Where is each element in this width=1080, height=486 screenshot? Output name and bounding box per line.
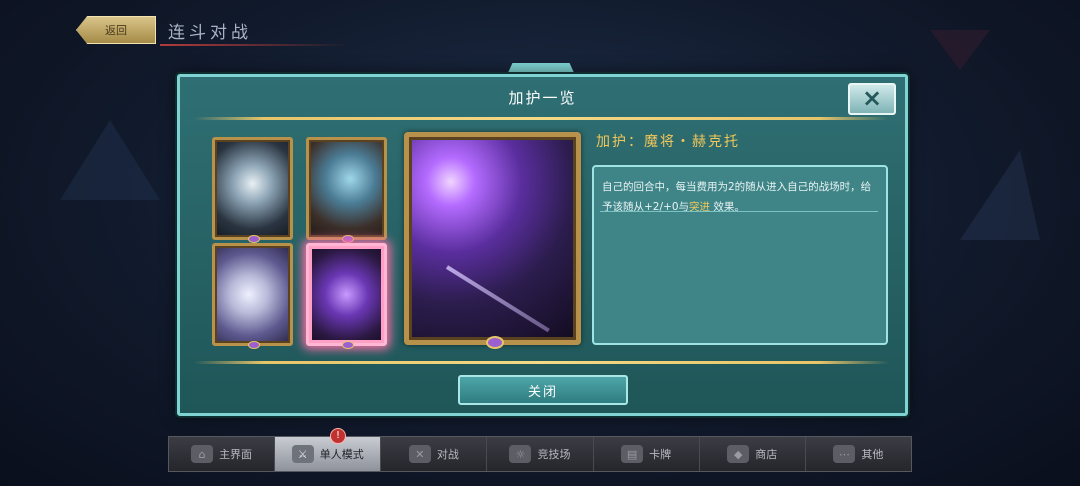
nav-label: 卡牌 <box>649 448 672 461</box>
arena-icon: ☼ <box>509 445 532 463</box>
nav-label: 其他 <box>861 448 884 461</box>
divider-bottom <box>194 361 889 364</box>
blessing-card-preview <box>404 132 581 349</box>
title-underline <box>160 44 350 46</box>
crossed-swords-icon: ✕ <box>408 445 431 463</box>
top-bar: 返回 连斗对战 <box>0 0 1080 60</box>
notification-badge: ! <box>330 428 346 444</box>
more-icon: ⋯ <box>833 445 856 463</box>
nav-item-other[interactable]: ⋯ 其他 <box>806 437 911 471</box>
card-gem <box>247 235 260 243</box>
page-title: 连斗对战 <box>168 23 252 43</box>
blessing-list-dialog: 加护一览 × 加护：魔将・赫克托 自己的回合中，每当费用为2的随从进入自己的战场… <box>177 74 908 416</box>
cards-icon: ▤ <box>621 445 644 463</box>
nav-label: 竞技场 <box>537 448 571 461</box>
nav-label: 单人模式 <box>319 448 364 461</box>
background-shard <box>960 150 1040 240</box>
card-gem <box>341 235 354 243</box>
blessing-card-thumb[interactable] <box>212 137 293 243</box>
nav-label: 主界面 <box>219 448 253 461</box>
card-art-sword <box>445 265 550 333</box>
card-gem <box>247 341 260 349</box>
card-gem <box>485 336 504 349</box>
background-shard <box>60 120 160 200</box>
nav-item-shop[interactable]: ◆ 商店 <box>700 437 806 471</box>
nav-label: 商店 <box>755 448 778 461</box>
shop-icon: ◆ <box>727 445 750 463</box>
nav-item-battle[interactable]: ✕ 对战 <box>381 437 488 471</box>
nav-item-home[interactable]: ⌂ 主界面 <box>169 437 276 471</box>
nav-item-arena[interactable]: ☼ 竞技场 <box>487 437 594 471</box>
nav-item-single-player[interactable]: ⚔ 单人模式 <box>275 437 382 471</box>
description-rule <box>600 211 878 212</box>
dialog-title: 加护一览 <box>508 89 577 107</box>
sword-icon: ⚔ <box>291 445 314 463</box>
blessing-card-thumb-selected[interactable] <box>306 243 387 349</box>
nav-item-cards[interactable]: ▤ 卡牌 <box>594 437 700 471</box>
bottom-nav: ⌂ 主界面 ⚔ 单人模式 ✕ 对战 ☼ 竞技场 ▤ 卡牌 ◆ 商店 ⋯ 其他 <box>168 436 912 472</box>
blessing-card-thumb[interactable] <box>212 243 293 349</box>
blessing-card-thumb[interactable] <box>306 137 387 243</box>
card-gem <box>341 341 354 349</box>
divider-top <box>194 117 889 120</box>
close-button[interactable]: 关闭 <box>458 375 628 405</box>
house-icon: ⌂ <box>191 445 214 463</box>
back-button[interactable]: 返回 <box>76 16 156 44</box>
description-box: 自己的回合中，每当费用为2的随从进入自己的战场时，给予该随从+2/+0与突进 效… <box>592 165 888 345</box>
nav-label: 对战 <box>436 448 459 461</box>
blessing-name: 加护：魔将・赫克托 <box>596 134 740 150</box>
close-icon[interactable]: × <box>848 83 896 115</box>
